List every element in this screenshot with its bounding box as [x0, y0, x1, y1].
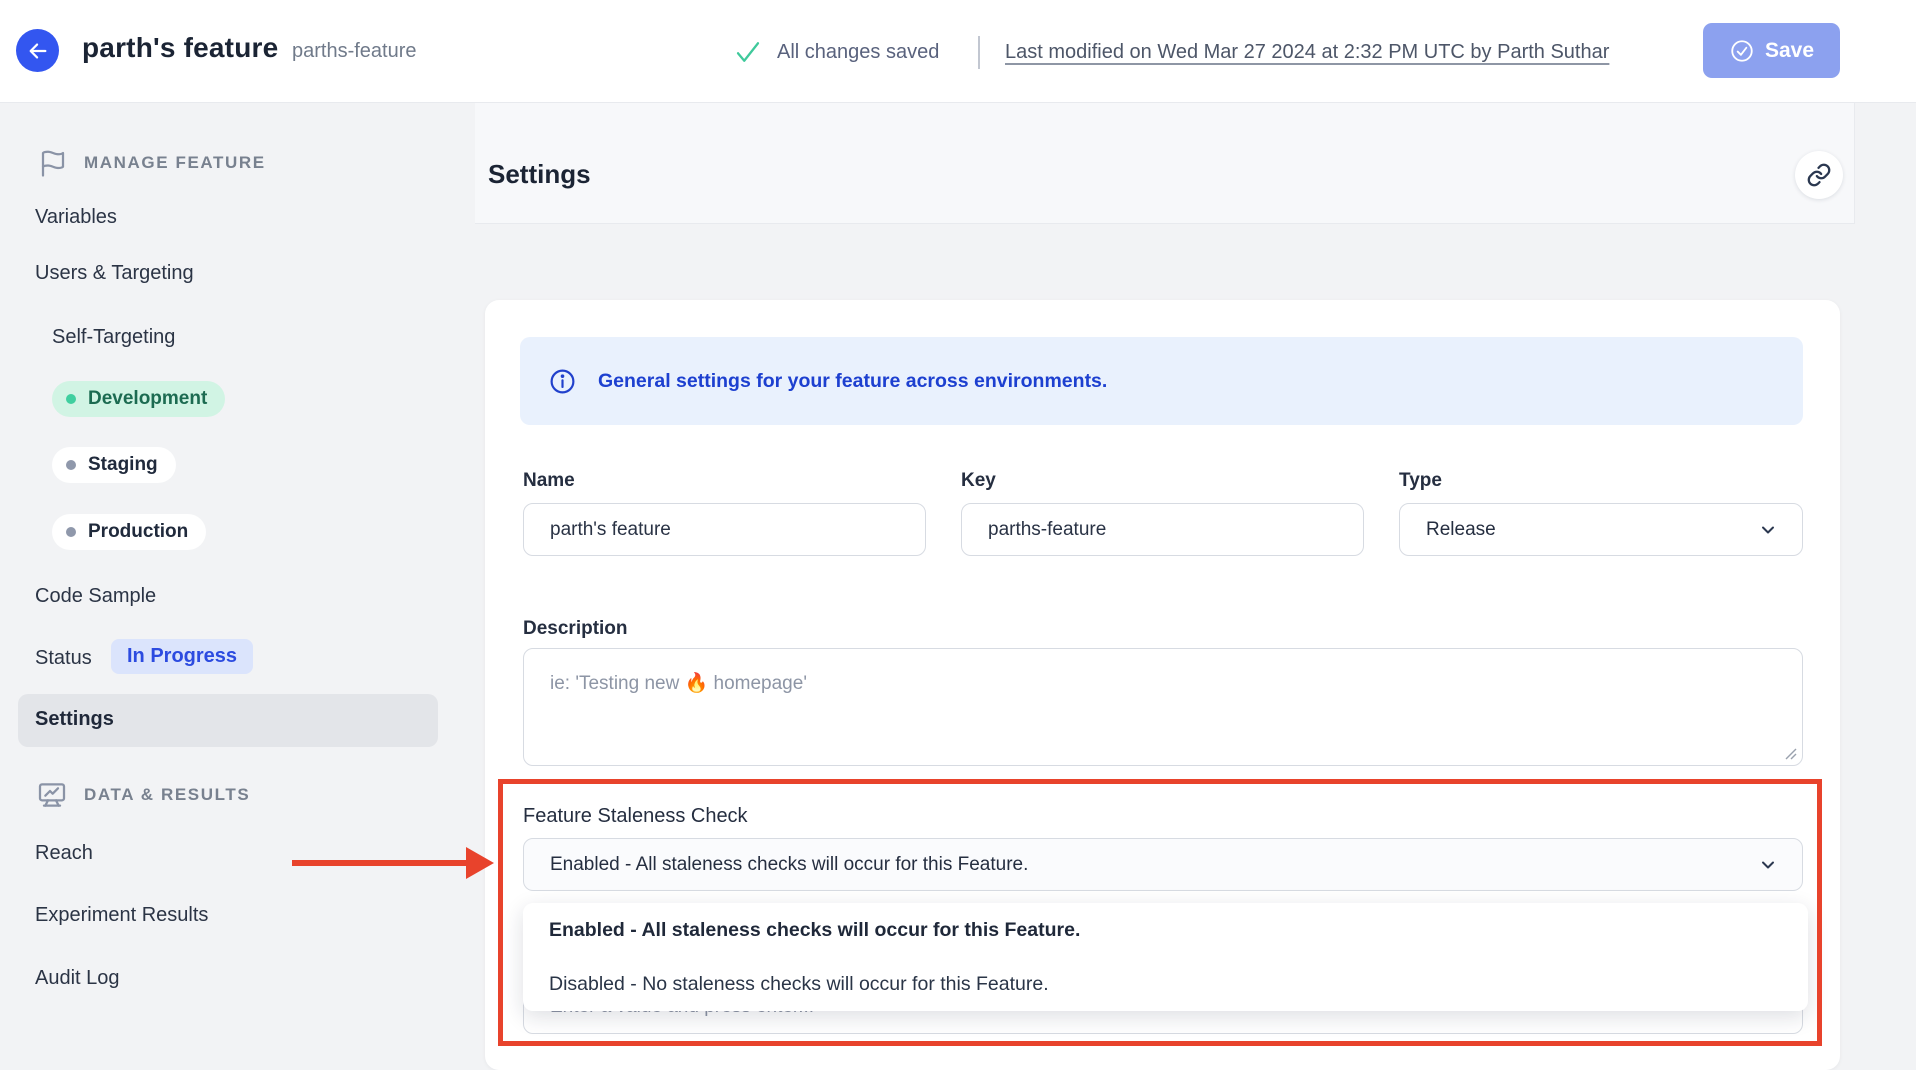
sidebar-item-status[interactable]: Status [35, 646, 92, 670]
name-input[interactable] [550, 519, 899, 541]
sidebar-item-variables[interactable]: Variables [35, 205, 117, 229]
sidebar-item-self-targeting[interactable]: Self-Targeting [52, 325, 175, 349]
staleness-dropdown-menu: Enabled - All staleness checks will occu… [523, 903, 1808, 1011]
sidebar-item-settings[interactable]: Settings [18, 694, 438, 747]
key-label: Key [961, 470, 996, 492]
sidebar-env-production[interactable]: Production [52, 514, 206, 550]
annotation-arrow-head-icon [466, 847, 494, 879]
saved-status: All changes saved [777, 41, 939, 64]
staleness-select-value: Enabled - All staleness checks will occu… [550, 854, 1028, 876]
staleness-label: Feature Staleness Check [523, 805, 748, 828]
sidebar-item-experiment-results[interactable]: Experiment Results [35, 903, 208, 927]
arrow-left-icon [27, 40, 49, 62]
description-textarea-wrap [523, 648, 1803, 766]
sidebar-section-manage-feature: MANAGE FEATURE [38, 148, 266, 178]
sidebar-item-code-sample[interactable]: Code Sample [35, 584, 156, 608]
link-icon [1806, 162, 1832, 188]
save-button-label: Save [1765, 39, 1814, 63]
staleness-option-disabled[interactable]: Disabled - No staleness checks will occu… [523, 957, 1808, 1011]
check-icon [733, 37, 763, 67]
flag-icon [38, 148, 68, 178]
sidebar-section-data-results: DATA & RESULTS [36, 779, 250, 811]
last-modified-link[interactable]: Last modified on Wed Mar 27 2024 at 2:32… [1005, 41, 1609, 64]
type-select-value: Release [1426, 519, 1496, 541]
chart-board-icon [36, 779, 68, 811]
back-button[interactable] [16, 29, 59, 72]
type-label: Type [1399, 470, 1442, 492]
staleness-option-enabled[interactable]: Enabled - All staleness checks will occu… [523, 903, 1808, 957]
annotation-arrow [292, 860, 470, 866]
name-label: Name [523, 470, 575, 492]
env-dot-icon [66, 394, 76, 404]
description-label: Description [523, 618, 628, 640]
page-title: Settings [488, 159, 591, 190]
copy-link-button[interactable] [1795, 151, 1843, 199]
env-label: Staging [88, 454, 158, 476]
top-header: parth's feature parths-feature All chang… [0, 0, 1916, 103]
save-button[interactable]: Save [1703, 23, 1840, 78]
status-badge[interactable]: In Progress [111, 639, 253, 674]
settings-card: General settings for your feature across… [485, 300, 1840, 1070]
key-input-wrap [961, 503, 1364, 556]
env-dot-icon [66, 527, 76, 537]
sidebar-section-label: MANAGE FEATURE [84, 153, 266, 173]
sidebar-item-audit-log[interactable]: Audit Log [35, 966, 120, 990]
check-circle-icon [1729, 38, 1755, 64]
env-dot-icon [66, 460, 76, 470]
chevron-down-icon [1758, 855, 1778, 875]
settings-header-bar: Settings [475, 103, 1855, 224]
env-label: Development [88, 388, 207, 410]
header-divider [978, 36, 980, 69]
sidebar: MANAGE FEATURE Variables Users & Targeti… [0, 103, 475, 1070]
resize-handle-icon[interactable] [1783, 746, 1797, 760]
sidebar-env-development[interactable]: Development [52, 381, 225, 417]
key-input[interactable] [988, 519, 1337, 541]
info-banner: General settings for your feature across… [520, 337, 1803, 425]
sidebar-item-reach[interactable]: Reach [35, 841, 93, 865]
sidebar-env-staging[interactable]: Staging [52, 447, 176, 483]
sidebar-item-settings-label: Settings [35, 708, 114, 731]
sidebar-section-label: DATA & RESULTS [84, 785, 250, 805]
info-banner-text: General settings for your feature across… [598, 370, 1107, 393]
chevron-down-icon [1758, 520, 1778, 540]
feature-title: parth's feature [82, 32, 278, 64]
sidebar-item-users-targeting[interactable]: Users & Targeting [35, 261, 194, 285]
env-label: Production [88, 521, 188, 543]
type-select[interactable]: Release [1399, 503, 1803, 556]
feature-key: parths-feature [292, 40, 417, 63]
description-textarea[interactable] [550, 671, 1776, 743]
staleness-select[interactable]: Enabled - All staleness checks will occu… [523, 838, 1803, 891]
name-input-wrap [523, 503, 926, 556]
info-icon [548, 367, 577, 396]
